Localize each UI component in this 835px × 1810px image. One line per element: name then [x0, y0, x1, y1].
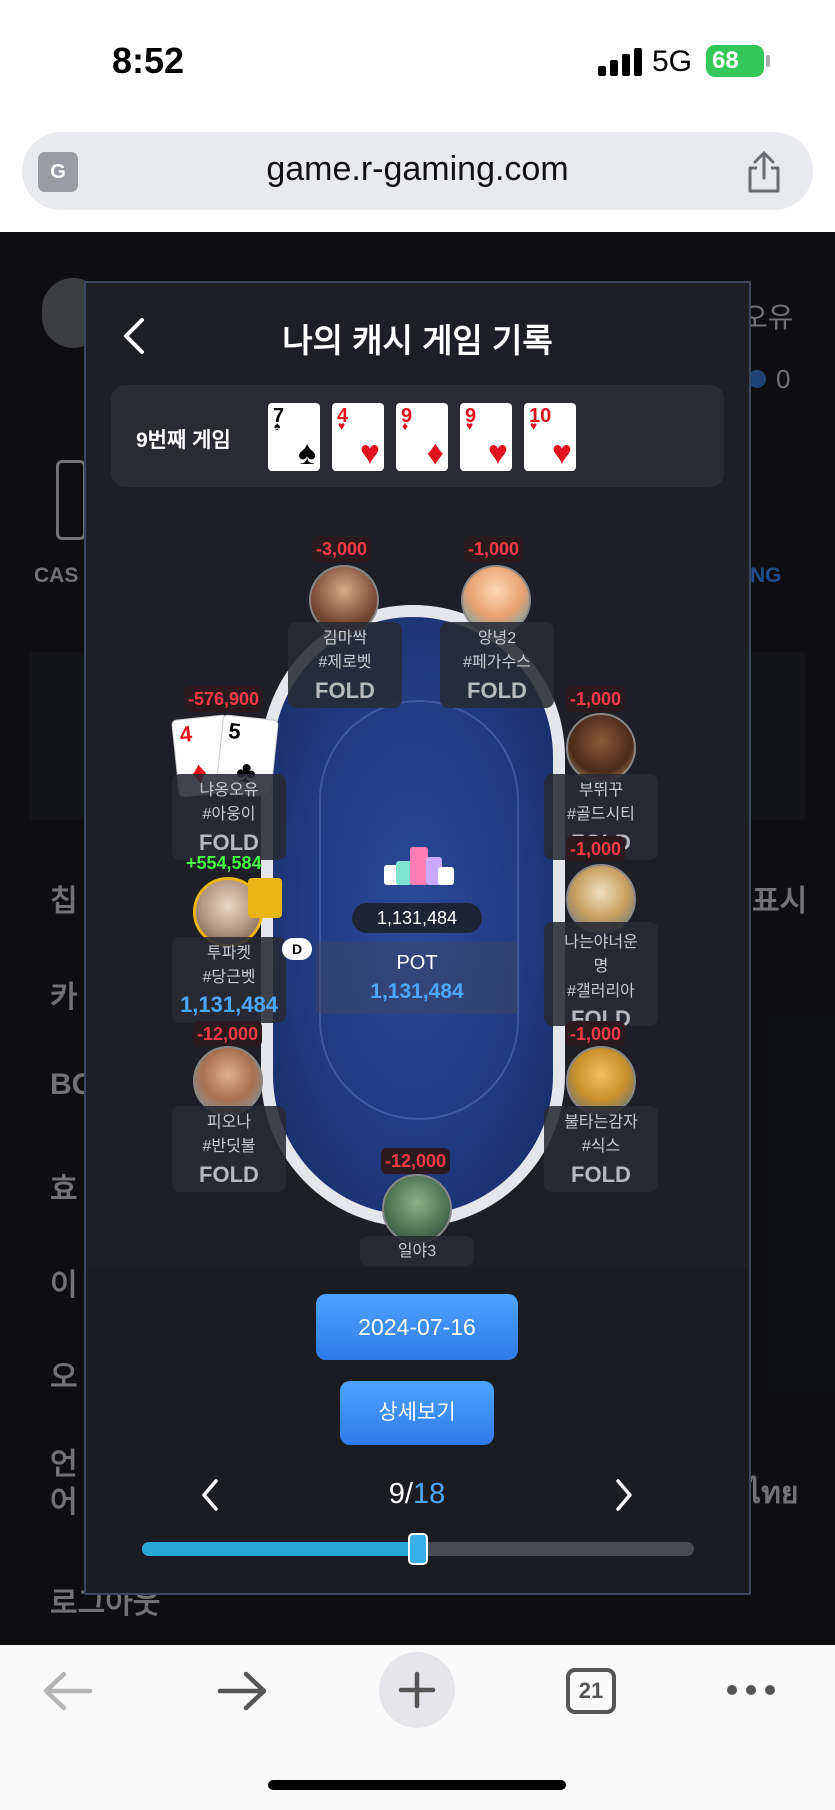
seat-0-bet: -3,000 [312, 536, 372, 562]
seat-2-bet: -576,900 [184, 686, 264, 712]
chevron-left-icon[interactable] [196, 1475, 224, 1515]
card-suit: ♥ [359, 434, 380, 472]
card-suit: ♥ [487, 434, 508, 472]
board-card: 4 ♥ ♥ [332, 403, 384, 471]
modal-title: 나의 캐시 게임 기록 [282, 322, 553, 359]
nav-forward-icon[interactable] [214, 1668, 270, 1714]
seat-1-bet: -1,000 [464, 536, 524, 562]
seat-7-name: 불타는감자 [564, 1114, 638, 1131]
pager-total: 18 [412, 1478, 446, 1510]
seat-0-name: 김마싹 [322, 630, 368, 647]
battery-icon: 68 [706, 45, 764, 77]
card-suit: ♠ [297, 434, 316, 472]
hand-slider-thumb[interactable] [408, 1533, 428, 1565]
seat-1-status: FOLD [467, 678, 527, 703]
board-card: 7 ♠ ♠ [268, 403, 320, 471]
seat-5-bet: -1,000 [566, 836, 626, 862]
card-suit-small: ♦ [402, 419, 409, 433]
seat-6-status: FOLD [199, 1162, 259, 1187]
seat-1-tag: #페가수스 [463, 654, 531, 671]
seat-0-status: FOLD [315, 678, 375, 703]
plus-icon[interactable] [397, 1670, 437, 1710]
board-card: 9 ♦ ♦ [396, 403, 448, 471]
board-card: 10 ♥ ♥ [524, 403, 576, 471]
seat-2-tag: #아웅이 [202, 806, 256, 823]
crown-icon [248, 878, 282, 918]
pager-separator: / [404, 1478, 413, 1510]
pager: 9/18 [316, 1478, 518, 1511]
more-icon[interactable] [724, 1682, 778, 1698]
seat-7-status: FOLD [571, 1162, 631, 1187]
card-suit-small: ♥ [530, 419, 538, 433]
seat-4-name: 투파켓 [206, 945, 252, 962]
seat-5-name: 나는야너운 [564, 934, 638, 951]
board-card: 9 ♥ ♥ [460, 403, 512, 471]
seat-6-name: 피오나 [206, 1114, 252, 1131]
tabs-icon[interactable]: 21 [566, 1668, 616, 1714]
seat-4-tag: #당근벳 [202, 969, 256, 986]
nav-back-icon[interactable] [40, 1668, 96, 1714]
card-suit: ♦ [426, 434, 444, 472]
pager-current: 9 [388, 1478, 405, 1510]
chevron-right-icon[interactable] [610, 1475, 638, 1515]
seat-8-name: 일야3 [397, 1243, 437, 1260]
screen: 8:52 5G 68 G game.r-gaming.com 오유 0 CAS … [0, 0, 835, 1810]
battery-cap [766, 55, 770, 67]
seat-3-bet: -1,000 [566, 686, 626, 712]
card-suit-small: ♥ [466, 419, 474, 433]
chips-icon [384, 847, 454, 885]
board-label: 9번째 게임 [136, 429, 231, 452]
home-indicator [268, 1780, 566, 1790]
seat-6-tag: #반딧불 [202, 1138, 256, 1155]
card-suit-small: ♠ [274, 419, 281, 433]
seat-1-name: 앙녕2 [477, 630, 517, 647]
pot-chip-amount: 1,131,484 [352, 903, 482, 933]
detail-button[interactable]: 상세보기 [340, 1381, 494, 1445]
hand-slider-fill [142, 1542, 418, 1556]
seat-4-chips: 1,131,484 [180, 992, 278, 1017]
seat-6-bet: -12,000 [193, 1021, 263, 1047]
seat-7-tag: #식스 [581, 1138, 621, 1155]
pot-label: POT [396, 952, 438, 974]
network-label: 5G [652, 45, 693, 78]
share-icon[interactable] [745, 150, 783, 194]
seat-5-name2: 명 [593, 958, 609, 975]
seat-2-name: 냐옹오유 [199, 782, 259, 799]
pot-value: 1,131,484 [370, 980, 464, 1003]
seat-8-bet: -12,000 [381, 1148, 451, 1174]
seat-3-name: 부뛰꾸 [578, 782, 624, 799]
signal-icon [598, 48, 642, 76]
status-time: 8:52 [112, 40, 185, 81]
seat-8-avatar[interactable] [382, 1174, 452, 1244]
url-text[interactable]: game.r-gaming.com [0, 150, 835, 189]
seat-4-win: +554,584 [186, 853, 262, 873]
seat-5-tag: #갤러리아 [567, 983, 635, 1000]
seat-0-tag: #제로벳 [318, 654, 372, 671]
dealer-button: D [282, 938, 312, 960]
seat-7-bet: -1,000 [566, 1021, 626, 1047]
seat-3-avatar[interactable] [566, 713, 636, 783]
date-button[interactable]: 2024-07-16 [316, 1294, 518, 1360]
card-suit: ♥ [551, 434, 572, 472]
seat-3-tag: #골드시티 [567, 806, 635, 823]
card-suit-small: ♥ [338, 419, 346, 433]
